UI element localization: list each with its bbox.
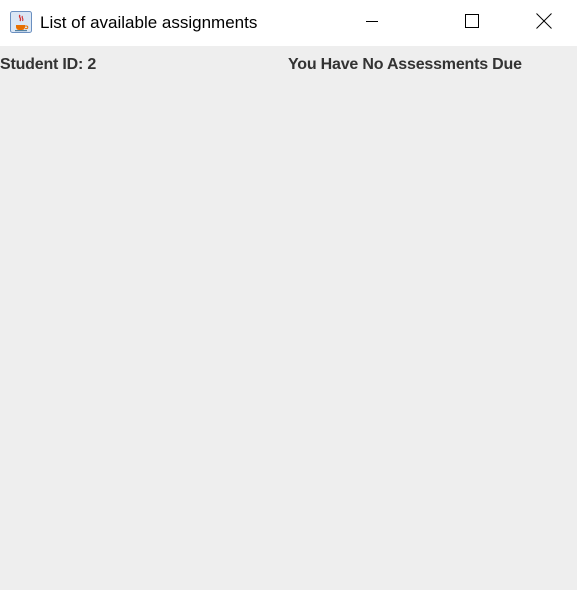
student-id-label: Student ID: 2 [0, 56, 97, 73]
close-button[interactable] [521, 0, 567, 46]
assessment-status-label: You Have No Assessments Due [288, 56, 522, 73]
window-title: List of available assignments [40, 13, 258, 32]
minimize-button[interactable] [349, 0, 395, 46]
app-window: List of available assignments Student ID… [0, 0, 577, 590]
content-panel: Student ID: 2 You Have No Assessments Du… [0, 46, 577, 590]
maximize-icon [465, 13, 479, 33]
close-icon [536, 12, 552, 34]
java-cup-icon [10, 11, 32, 33]
maximize-button[interactable] [449, 0, 495, 46]
title-bar[interactable]: List of available assignments [0, 0, 577, 46]
minimize-icon [366, 14, 378, 32]
